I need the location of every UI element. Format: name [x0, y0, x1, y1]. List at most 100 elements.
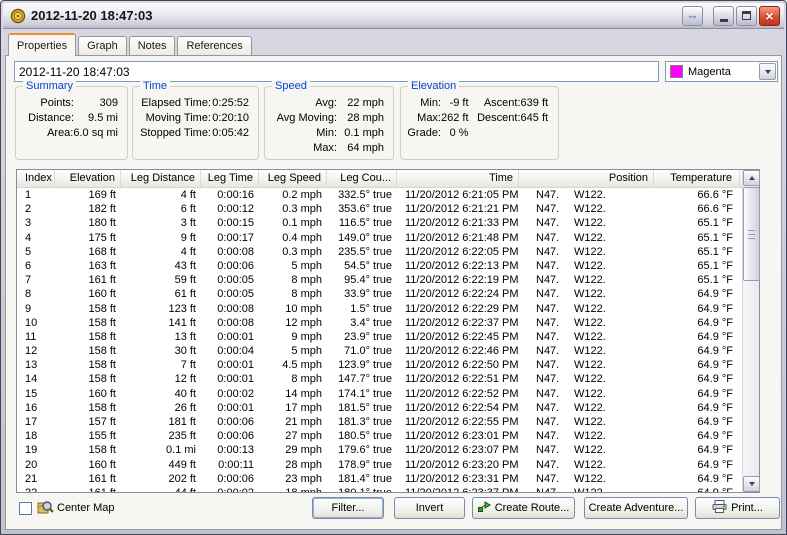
column-header[interactable]: Elevation [55, 170, 121, 187]
invert-button[interactable]: Invert [394, 497, 465, 519]
table-row[interactable]: 13158 ft7 ft0:00:014.5 mph123.9° true11/… [17, 358, 742, 372]
cell: 66.6 °F [654, 202, 740, 216]
maximize-button[interactable] [736, 6, 757, 26]
cell: 180.1° true [327, 486, 397, 492]
cell: 64.9 °F [654, 330, 740, 344]
table-row[interactable]: 2182 ft6 ft0:00:120.3 mph353.6° true11/2… [17, 202, 742, 216]
cell: 0:00:02 [201, 486, 259, 492]
table-row[interactable]: 8160 ft61 ft0:00:058 mph33.9° true11/20/… [17, 287, 742, 301]
cell: 12 mph [259, 316, 327, 330]
table-row[interactable]: 4175 ft9 ft0:00:170.4 mph149.0° true11/2… [17, 231, 742, 245]
column-header[interactable]: Index [17, 170, 55, 187]
table-row[interactable]: 10158 ft141 ft0:00:0812 mph3.4° true11/2… [17, 316, 742, 330]
table-row[interactable]: 6163 ft43 ft0:00:065 mph54.5° true11/20/… [17, 259, 742, 273]
scroll-up-button[interactable] [743, 170, 760, 186]
elapsed-time-value: 0:25:52 [211, 96, 258, 111]
column-header[interactable]: Time [397, 170, 519, 187]
close-icon: × [765, 9, 773, 23]
scrollbar-thumb[interactable] [743, 187, 760, 281]
cell: 0:00:05 [201, 273, 259, 287]
cell: W122. [574, 202, 654, 216]
cell: 65.1 °F [654, 245, 740, 259]
table-row[interactable]: 9158 ft123 ft0:00:0810 mph1.5° true11/20… [17, 302, 742, 316]
print-button[interactable]: Print... [695, 497, 780, 519]
moving-time-value: 0:20:10 [211, 111, 258, 126]
cell: 27 mph [259, 429, 327, 443]
track-name-input[interactable] [14, 61, 659, 82]
column-header[interactable]: Position [519, 170, 654, 187]
cell: W122. [574, 259, 654, 273]
cell: 181 ft [121, 415, 201, 429]
table-row[interactable]: 1169 ft4 ft0:00:160.2 mph332.5° true11/2… [17, 188, 742, 202]
table-row[interactable]: 17157 ft181 ft0:00:0621 mph181.3° true11… [17, 415, 742, 429]
table-row[interactable]: 15160 ft40 ft0:00:0214 mph174.1° true11/… [17, 387, 742, 401]
cell: 147.7° true [327, 372, 397, 386]
min-speed-label: Min: [265, 126, 337, 141]
cell: 10 [17, 316, 55, 330]
cell: 64.9 °F [654, 358, 740, 372]
cell: 175 ft [55, 231, 121, 245]
cell: 202 ft [121, 472, 201, 486]
table-row[interactable]: 19158 ft0.1 mi0:00:1329 mph179.6° true11… [17, 443, 742, 457]
table-row[interactable]: 20160 ft449 ft0:00:1128 mph178.9° true11… [17, 458, 742, 472]
cell: 66.6 °F [654, 188, 740, 202]
center-map-checkbox[interactable] [19, 502, 32, 515]
cell: N47. [519, 188, 574, 202]
cell: 11/20/2012 6:22:05 PM [397, 245, 519, 259]
cell: 11/20/2012 6:22:46 PM [397, 344, 519, 358]
cell: 19 [17, 443, 55, 457]
cell: 40 ft [121, 387, 201, 401]
table-row[interactable]: 11158 ft13 ft0:00:019 mph23.9° true11/20… [17, 330, 742, 344]
filter-button[interactable]: Filter... [312, 497, 384, 519]
center-map-label: Center Map [57, 502, 114, 514]
create-route-button[interactable]: Create Route... [472, 497, 575, 519]
create-adventure-button[interactable]: Create Adventure... [584, 497, 688, 519]
scroll-down-button[interactable] [743, 476, 760, 492]
table-row[interactable]: 7161 ft59 ft0:00:058 mph95.4° true11/20/… [17, 273, 742, 287]
cell: 123.9° true [327, 358, 397, 372]
dock-toggle-button[interactable]: ⇔ [682, 6, 703, 26]
column-header[interactable]: Temperature [654, 170, 740, 187]
color-combobox[interactable]: Magenta [665, 61, 778, 82]
tab-properties[interactable]: Properties [8, 33, 76, 56]
column-header[interactable]: Leg Cou... [327, 170, 397, 187]
cell: 169 ft [55, 188, 121, 202]
cell: 11/20/2012 6:22:52 PM [397, 387, 519, 401]
table-row[interactable]: 5168 ft4 ft0:00:080.3 mph235.5° true11/2… [17, 245, 742, 259]
column-header[interactable]: Leg Speed [259, 170, 327, 187]
cell: 149.0° true [327, 231, 397, 245]
cell: 11 [17, 330, 55, 344]
table-row[interactable]: 22161 ft44 ft0:00:0218 mph180.1° true11/… [17, 486, 742, 492]
minimize-button[interactable] [713, 6, 734, 26]
points-label: Points: [16, 96, 74, 111]
table-row[interactable]: 16158 ft26 ft0:00:0117 mph181.5° true11/… [17, 401, 742, 415]
cell: 449 ft [121, 458, 201, 472]
cell: N47. [519, 202, 574, 216]
cell: 65.1 °F [654, 259, 740, 273]
max-speed-label: Max: [265, 141, 337, 156]
cell: 11/20/2012 6:21:21 PM [397, 202, 519, 216]
cell: 11/20/2012 6:23:37 PM [397, 486, 519, 492]
minimize-icon [720, 19, 728, 22]
color-dropdown-button[interactable] [759, 63, 776, 80]
close-button[interactable]: × [759, 6, 780, 26]
table-row[interactable]: 21161 ft202 ft0:00:0623 mph181.4° true11… [17, 472, 742, 486]
title-bar[interactable]: 2012-11-20 18:47:03 ⇔ × [3, 3, 784, 29]
cell: 11/20/2012 6:22:19 PM [397, 273, 519, 287]
tab-notes[interactable]: Notes [129, 36, 176, 55]
cell: 10 mph [259, 302, 327, 316]
table-row[interactable]: 14158 ft12 ft0:00:018 mph147.7° true11/2… [17, 372, 742, 386]
cell: 353.6° true [327, 202, 397, 216]
table-row[interactable]: 18155 ft235 ft0:00:0627 mph180.5° true11… [17, 429, 742, 443]
cell: 4 ft [121, 188, 201, 202]
cell: 11/20/2012 6:22:51 PM [397, 372, 519, 386]
column-header[interactable]: Leg Time [201, 170, 259, 187]
cell: N47. [519, 458, 574, 472]
table-row[interactable]: 12158 ft30 ft0:00:045 mph71.0° true11/20… [17, 344, 742, 358]
vertical-scrollbar[interactable] [742, 170, 759, 492]
tab-references[interactable]: References [177, 36, 251, 55]
column-header[interactable]: Leg Distance [121, 170, 201, 187]
tab-graph[interactable]: Graph [78, 36, 127, 55]
cell: 235 ft [121, 429, 201, 443]
table-row[interactable]: 3180 ft3 ft0:00:150.1 mph116.5° true11/2… [17, 216, 742, 230]
